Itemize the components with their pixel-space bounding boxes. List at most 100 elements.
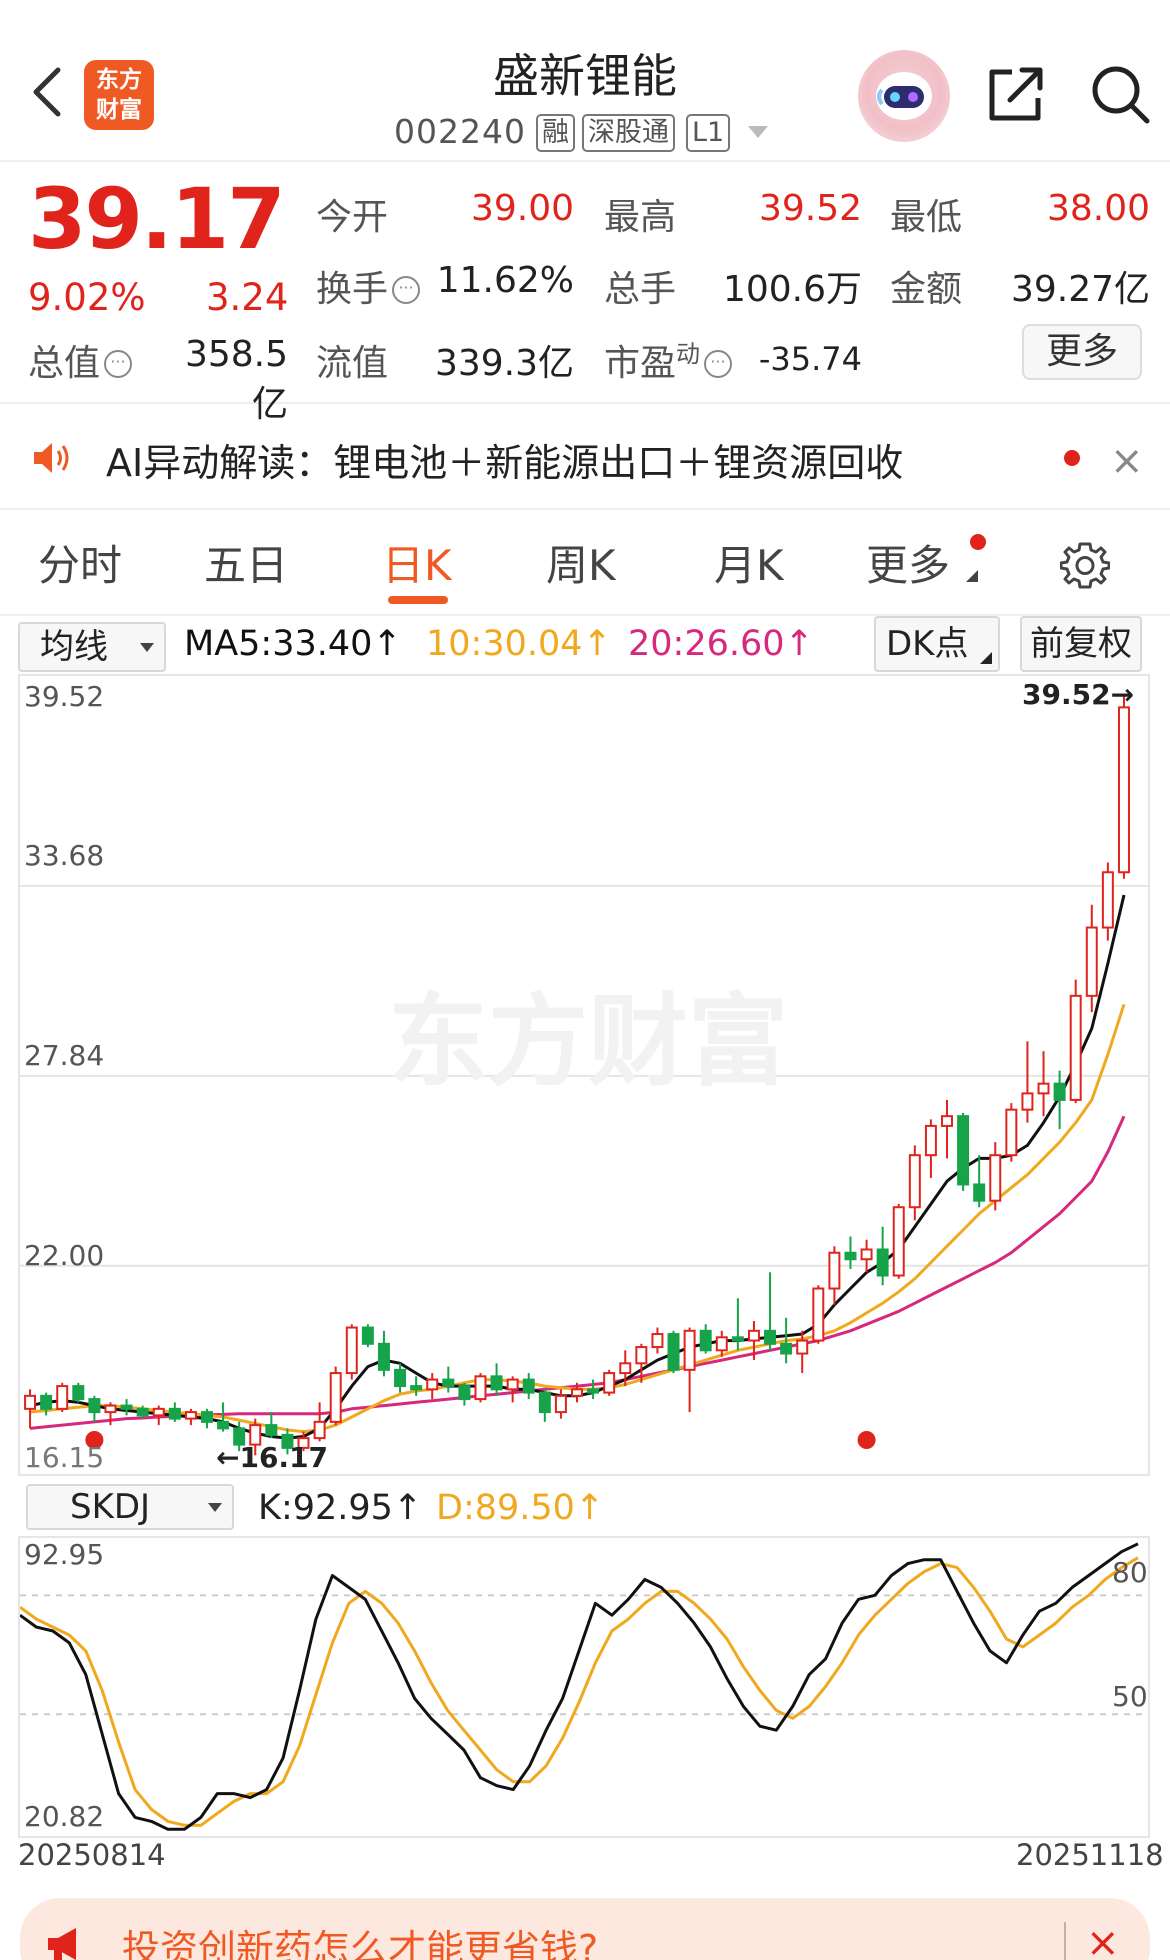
skdj-k-readout: K:92.95↑ <box>258 1488 423 1528</box>
skdj-d-path <box>20 1556 1139 1827</box>
brand-logo[interactable]: 东方 财富 <box>84 60 154 130</box>
skdj-chart[interactable] <box>20 1538 1148 1836</box>
y-tick-top: 39.52 <box>24 680 105 713</box>
info-icon[interactable]: ··· <box>704 350 733 378</box>
candle <box>168 1402 181 1422</box>
candle <box>313 1402 326 1442</box>
candle <box>731 1298 744 1351</box>
candle <box>72 1382 85 1403</box>
y-tick-bottom: 16.15 <box>24 1441 105 1474</box>
end-date: 20251118 <box>1016 1838 1164 1872</box>
brand-logo-line2: 财富 <box>96 97 142 123</box>
skdj-selector-label: SKDJ <box>70 1487 151 1527</box>
mktcap-label: 总值 <box>28 343 101 384</box>
y-tick-4: 22.00 <box>24 1239 105 1272</box>
tag-level1: L1 <box>686 114 731 152</box>
open-value: 39.00 <box>470 188 574 229</box>
low-value: 38.00 <box>1046 188 1150 229</box>
tab-monthly-k[interactable]: 月K <box>714 532 784 593</box>
stock-code: 002240 <box>394 112 526 151</box>
start-date: 20250814 <box>18 1838 166 1872</box>
signal-dots <box>85 1431 876 1449</box>
candle <box>860 1239 873 1273</box>
tab-intraday[interactable]: 分时 <box>38 532 122 593</box>
skdj-d-readout: D:89.50↑ <box>436 1488 605 1528</box>
stock-name: 盛新锂能 <box>493 49 677 103</box>
back-arrow-icon[interactable] <box>28 62 68 122</box>
candle <box>828 1246 841 1305</box>
candle <box>329 1366 342 1426</box>
candle <box>152 1405 165 1426</box>
volume-value: 100.6万 <box>722 269 862 310</box>
high-label: 最高 <box>604 197 677 238</box>
skdj-top-tick: 92.95 <box>24 1538 105 1571</box>
low-annotation: ←16.17 <box>216 1441 329 1474</box>
candle <box>1053 1070 1066 1130</box>
candle <box>941 1099 953 1159</box>
watermark: 东方财富 <box>388 983 788 1100</box>
pe-label-group: 市盈动 ··· <box>604 334 733 386</box>
adjust-button[interactable]: 前复权 <box>1020 616 1142 672</box>
skdj-selector[interactable]: SKDJ <box>26 1484 234 1530</box>
notification-dot <box>1064 450 1080 466</box>
mktcap-label-group: 总值 ··· <box>28 334 133 386</box>
float-value: 339.3亿 <box>434 343 574 384</box>
candle <box>394 1363 407 1393</box>
active-tab-indicator <box>388 596 448 604</box>
brand-logo-line1: 东方 <box>96 67 142 93</box>
caret-down-icon <box>208 1503 222 1512</box>
candle <box>442 1366 455 1393</box>
promo-text[interactable]: 投资创新药怎么才能更省钱? <box>122 1918 598 1960</box>
close-icon[interactable]: × <box>1110 438 1144 484</box>
info-icon[interactable]: ··· <box>392 276 421 304</box>
tab-daily-k[interactable]: 日K <box>382 532 452 593</box>
skdj-k-path <box>20 1542 1139 1831</box>
dk-point-button[interactable]: DK点 <box>874 616 1000 672</box>
candle <box>201 1408 213 1429</box>
ai-robot-avatar[interactable] <box>858 50 950 142</box>
tab-five-day[interactable]: 五日 <box>204 532 288 593</box>
ma5-readout: MA5:33.40↑ <box>184 624 402 664</box>
tag-margin: 融 <box>536 114 575 152</box>
skdj-ref-lines <box>20 1594 1148 1716</box>
candle <box>973 1155 986 1208</box>
chevron-down-icon[interactable] <box>746 124 770 140</box>
speaker-icon <box>34 443 69 473</box>
candle <box>56 1382 69 1413</box>
pe-label: 市盈 <box>604 343 677 384</box>
skdj-bottom-tick: 20.82 <box>24 1800 105 1833</box>
candle <box>683 1327 696 1413</box>
ma20-readout: 20:26.60↑ <box>628 624 814 664</box>
more-button[interactable]: 更多 <box>1022 324 1142 380</box>
candle <box>426 1373 439 1400</box>
close-icon[interactable]: × <box>1086 1920 1120 1960</box>
candle <box>908 1145 921 1221</box>
info-icon[interactable]: ··· <box>104 350 133 378</box>
share-icon[interactable] <box>984 62 1048 126</box>
high-annotation: 39.52→ <box>1022 678 1135 711</box>
candle <box>699 1324 712 1354</box>
ai-insight-text[interactable]: AI异动解读：锂电池＋新能源出口＋锂资源回收 <box>106 432 903 487</box>
candle <box>538 1389 551 1422</box>
candle <box>924 1119 937 1178</box>
caret-down-icon <box>140 643 154 652</box>
kline-chart[interactable]: 东方财富 <box>20 676 1148 1474</box>
megaphone-icon <box>48 1928 76 1960</box>
candle <box>1085 904 1098 1013</box>
candle <box>345 1324 358 1380</box>
volume-label: 总手 <box>604 269 677 310</box>
search-icon[interactable] <box>1088 62 1152 126</box>
candle <box>1021 1041 1034 1123</box>
tab-weekly-k[interactable]: 周K <box>546 532 616 593</box>
low-label: 最低 <box>890 197 963 238</box>
percent-change: 9.02% <box>28 276 146 319</box>
amount-label: 金额 <box>890 269 963 310</box>
candle <box>1117 696 1130 879</box>
last-price: 39.17 <box>28 170 286 268</box>
tab-more[interactable]: 更多 <box>866 532 950 593</box>
candle <box>506 1376 519 1403</box>
settings-gear-icon[interactable] <box>1060 540 1110 590</box>
candle <box>184 1408 197 1426</box>
ma-selector[interactable]: 均线 <box>18 622 166 672</box>
signal-dot[interactable] <box>857 1431 876 1449</box>
